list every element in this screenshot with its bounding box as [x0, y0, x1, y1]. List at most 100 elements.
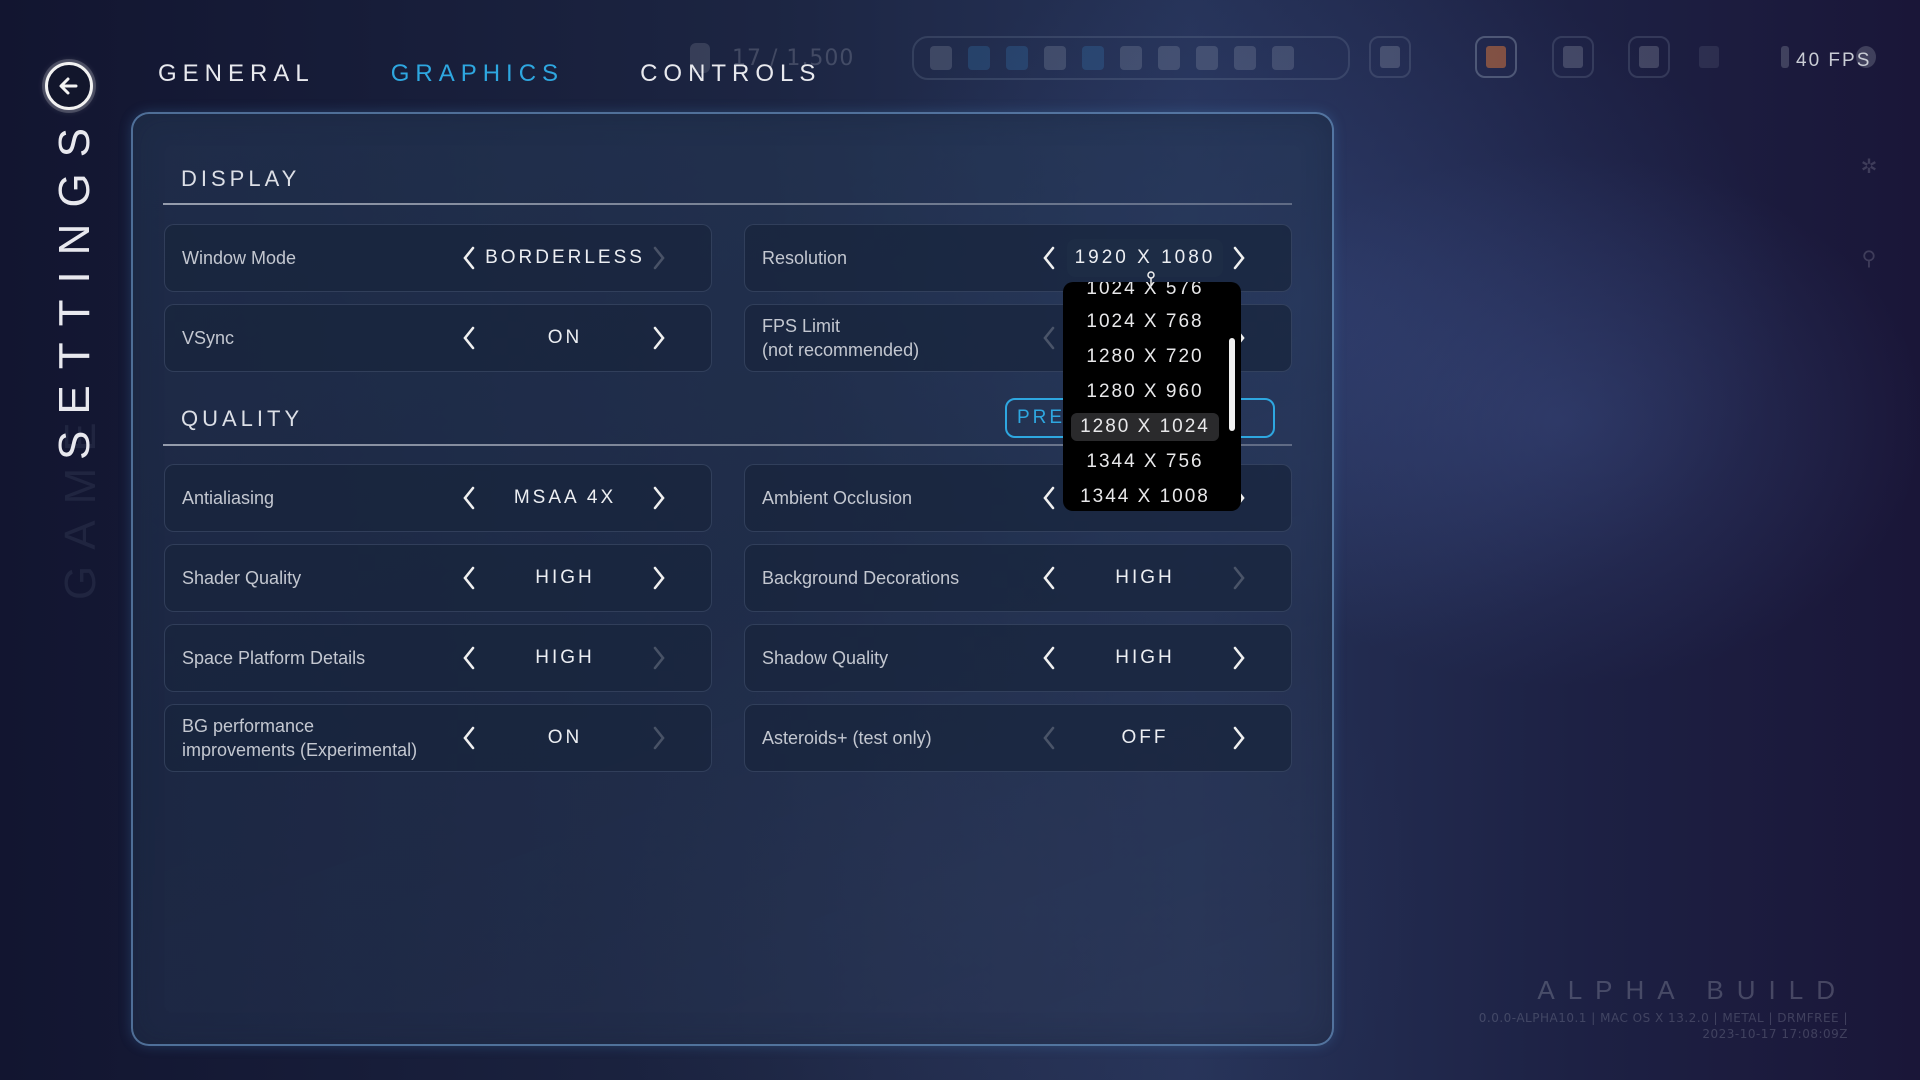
redo-icon — [1699, 46, 1719, 68]
setting-label: Shadow Quality — [762, 648, 889, 668]
setting-bg-performance: BG performance improvements (Experimenta… — [164, 704, 712, 772]
hud-undo-button — [1628, 36, 1670, 78]
dropdown-scrollbar[interactable] — [1229, 338, 1235, 431]
chevron-left-icon — [1043, 486, 1055, 510]
resolution-option[interactable]: 1280 X 720 — [1071, 343, 1219, 371]
next-button[interactable] — [1228, 723, 1250, 753]
resolution-option[interactable]: 1344 X 1008 — [1071, 483, 1219, 511]
map-pin-icon: ⚲ — [1861, 246, 1877, 270]
tab-graphics[interactable]: GRAPHICS — [391, 60, 564, 88]
hud-tutorial-button — [1552, 36, 1594, 78]
prev-button[interactable] — [458, 323, 480, 353]
rail-icon — [1196, 46, 1218, 70]
book-icon — [1486, 46, 1506, 68]
next-button[interactable] — [648, 323, 670, 353]
setting-label-line1: FPS Limit — [762, 316, 841, 336]
no-image-icon — [1272, 46, 1294, 70]
setting-shadow-quality: Shadow Quality HIGH — [744, 624, 1292, 692]
tab-controls[interactable]: CONTROLS — [640, 60, 821, 88]
next-button[interactable] — [648, 243, 670, 273]
arrow-left-icon — [59, 77, 78, 95]
resolution-option-hovered[interactable]: 1280 X 1024 — [1071, 413, 1219, 441]
setting-value: HIGH — [535, 647, 595, 668]
resolution-option[interactable]: 1024 X 576 — [1071, 282, 1219, 303]
chevron-left-icon — [1043, 326, 1055, 350]
chevron-right-icon — [653, 646, 665, 670]
setting-label: Space Platform Details — [182, 648, 366, 668]
setting-shader-quality: Shader Quality HIGH — [164, 544, 712, 612]
setting-value: ON — [547, 727, 583, 748]
setting-antialiasing: Antialiasing MSAA 4X — [164, 464, 712, 532]
setting-label: Window Mode — [182, 248, 297, 268]
tab-general[interactable]: GENERAL — [158, 60, 315, 88]
setting-window-mode: Window Mode BORDERLESS — [164, 224, 712, 292]
next-button[interactable] — [648, 563, 670, 593]
prev-button[interactable] — [458, 483, 480, 513]
resolution-option[interactable]: 1280 X 960 — [1071, 378, 1219, 406]
setting-value: ON — [547, 327, 583, 348]
graduation-cap-icon — [1563, 46, 1583, 68]
chevron-left-icon — [463, 486, 475, 510]
chevron-left-icon — [463, 566, 475, 590]
prev-button[interactable] — [1038, 723, 1060, 753]
back-button[interactable] — [45, 62, 93, 110]
setting-asteroids-plus: Asteroids+ (test only) OFF — [744, 704, 1292, 772]
chevron-right-icon — [1233, 246, 1245, 270]
setting-value: MSAA 4X — [513, 487, 617, 508]
setting-value: HIGH — [535, 567, 595, 588]
grid-icon — [930, 46, 952, 70]
settings-tabs: GENERAL GRAPHICS CONTROLS — [158, 60, 897, 88]
resolution-option[interactable]: 1024 X 768 — [1071, 308, 1219, 336]
prev-button[interactable] — [1038, 243, 1060, 273]
resolution-option[interactable]: 1344 X 756 — [1071, 448, 1219, 476]
setting-label-line2: improvements (Experimental) — [182, 740, 418, 760]
prev-button[interactable] — [458, 243, 480, 273]
chevron-left-icon — [1043, 246, 1055, 270]
chevron-right-icon — [653, 326, 665, 350]
quality-section-title: QUALITY — [181, 406, 304, 431]
chevron-right-icon — [1233, 646, 1245, 670]
chevron-right-icon — [1233, 726, 1245, 750]
prev-button[interactable] — [1038, 643, 1060, 673]
chevron-left-icon — [463, 726, 475, 750]
setting-value: OFF — [1121, 727, 1169, 748]
build-meta-line2: 2023-10-17 17:08:09Z — [1702, 1027, 1848, 1041]
build-meta-line1: 0.0.0-ALPHA10.1 | MAC OS X 13.2.0 | META… — [1478, 1011, 1848, 1025]
prev-button[interactable] — [1038, 323, 1060, 353]
settings-vertical-title: SETTINGS — [50, 111, 99, 460]
setting-background-decorations: Background Decorations HIGH — [744, 544, 1292, 612]
next-button[interactable] — [1228, 243, 1250, 273]
setting-label-line2: (not recommended) — [762, 340, 920, 360]
next-button[interactable] — [1228, 563, 1250, 593]
prev-button[interactable] — [1038, 563, 1060, 593]
next-button[interactable] — [648, 483, 670, 513]
chevron-right-icon — [653, 726, 665, 750]
mouse-cursor-icon — [1147, 271, 1155, 286]
setting-label: Asteroids+ (test only) — [762, 728, 932, 748]
setting-vsync: VSync ON — [164, 304, 712, 372]
next-button[interactable] — [648, 643, 670, 673]
pipe-icon — [1120, 46, 1142, 70]
prev-button[interactable] — [458, 563, 480, 593]
filter-clear-icon — [1380, 46, 1400, 68]
chevron-right-icon — [653, 246, 665, 270]
chevron-left-icon — [1043, 566, 1055, 590]
setting-label-line1: BG performance — [182, 716, 315, 736]
setting-label: Resolution — [762, 248, 848, 268]
setting-value: HIGH — [1115, 567, 1175, 588]
setting-label: Shader Quality — [182, 568, 302, 588]
prev-button[interactable] — [1038, 483, 1060, 513]
next-button[interactable] — [1228, 643, 1250, 673]
prev-button[interactable] — [458, 643, 480, 673]
chevron-left-icon — [463, 246, 475, 270]
resolution-select[interactable]: 1920 X 1080 — [1067, 239, 1223, 277]
chevron-left-icon — [1043, 726, 1055, 750]
prev-button[interactable] — [458, 723, 480, 753]
next-button[interactable] — [648, 723, 670, 753]
chevron-right-icon — [653, 566, 665, 590]
setting-value: HIGH — [1115, 647, 1175, 668]
resolution-dropdown[interactable]: 1024 X 576 1024 X 768 1280 X 720 1280 X … — [1063, 282, 1241, 511]
setting-label: Ambient Occlusion — [762, 488, 913, 508]
build-info: ALPHA BUILD 0.0.0-ALPHA10.1 | MAC OS X 1… — [1479, 975, 1848, 1042]
hud-filter-clear-button — [1369, 36, 1411, 78]
